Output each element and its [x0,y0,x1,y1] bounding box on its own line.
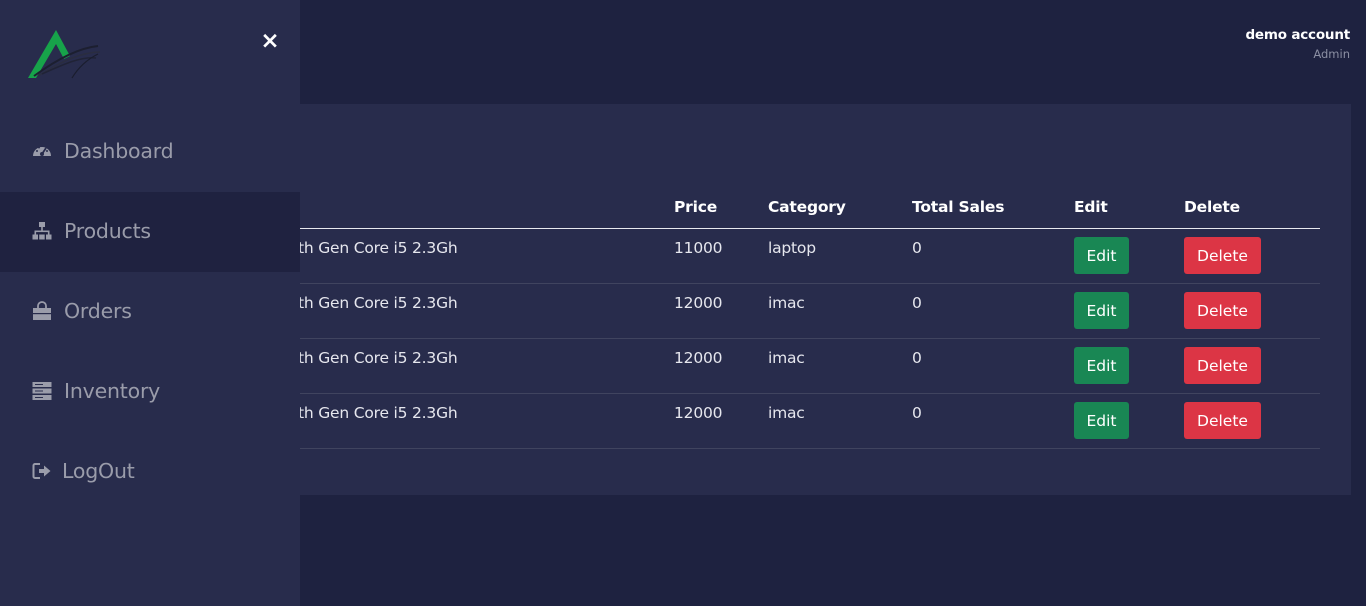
price-cell: 12000 [674,294,723,312]
user-account[interactable]: demo account Admin [1245,27,1350,61]
total-sales-cell: 0 [912,294,922,312]
sidebar-item-dashboard[interactable]: Dashboard [0,112,300,192]
delete-button[interactable]: Delete [1184,402,1261,439]
sidebar-item-inventory[interactable]: Inventory [0,352,300,432]
sidebar-item-label: Orders [64,299,132,323]
delete-button[interactable]: Delete [1184,237,1261,274]
column-header-edit: Edit [1074,198,1108,216]
user-role: Admin [1313,47,1350,61]
category-cell: laptop [768,239,816,257]
edit-button[interactable]: Edit [1074,347,1129,384]
price-cell: 11000 [674,239,723,257]
sidebar: × Dashboard Products Orders Inventory Lo… [0,0,300,606]
edit-button[interactable]: Edit [1074,237,1129,274]
edit-button[interactable]: Edit [1074,292,1129,329]
sidebar-item-logout[interactable]: LogOut [0,432,300,512]
close-icon[interactable]: × [259,29,281,53]
product-name-cell: th Gen Core i5 2.3Gh [298,239,458,257]
server-icon [32,382,52,400]
sidebar-item-products[interactable]: Products [0,192,300,272]
category-cell: imac [768,404,805,422]
column-header-category: Category [768,198,846,216]
gauge-icon [33,145,51,156]
user-name: demo account [1245,27,1350,43]
product-name-cell: th Gen Core i5 2.3Gh [298,404,458,422]
delete-button[interactable]: Delete [1184,347,1261,384]
category-cell: imac [768,294,805,312]
sidebar-item-label: Products [64,219,151,243]
sign-out-icon [32,463,51,479]
column-header-delete: Delete [1184,198,1240,216]
sidebar-item-label: Inventory [64,379,161,403]
total-sales-cell: 0 [912,349,922,367]
sidebar-item-label: Dashboard [64,139,174,163]
edit-button[interactable]: Edit [1074,402,1129,439]
sidebar-item-orders[interactable]: Orders [0,272,300,352]
sitemap-icon [32,222,52,240]
shopping-bag-icon [33,301,51,320]
product-name-cell: th Gen Core i5 2.3Gh [298,349,458,367]
sidebar-item-label: LogOut [62,459,135,483]
product-name-cell: th Gen Core i5 2.3Gh [298,294,458,312]
column-header-total-sales: Total Sales [912,198,1005,216]
total-sales-cell: 0 [912,239,922,257]
total-sales-cell: 0 [912,404,922,422]
brand-logo [28,30,100,79]
column-header-price: Price [674,198,718,216]
delete-button[interactable]: Delete [1184,292,1261,329]
price-cell: 12000 [674,404,723,422]
price-cell: 12000 [674,349,723,367]
category-cell: imac [768,349,805,367]
